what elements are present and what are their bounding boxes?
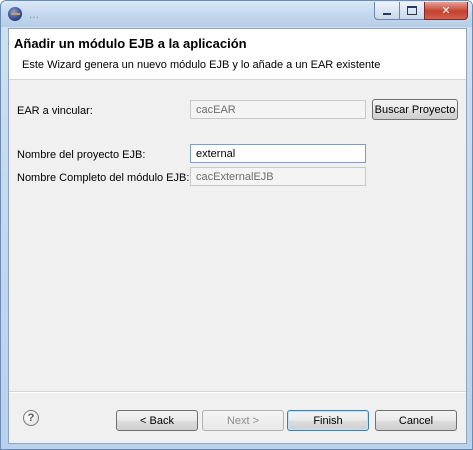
title-bar[interactable]: ... ✕ [1, 1, 472, 27]
minimize-icon [383, 12, 391, 15]
wizard-body: Añadir un módulo EJB a la aplicación Est… [8, 28, 467, 444]
eclipse-icon [8, 7, 22, 21]
browse-project-button[interactable]: Buscar Proyecto [372, 99, 458, 120]
back-button[interactable]: < Back [116, 410, 198, 431]
wizard-description: Este Wizard genera un nuevo módulo EJB y… [22, 59, 381, 71]
footer-separator [9, 391, 466, 393]
maximize-icon [407, 6, 417, 15]
close-icon: ✕ [441, 5, 451, 17]
ear-label: EAR a vincular: [17, 105, 93, 117]
wizard-title: Añadir un módulo EJB a la aplicación [14, 36, 247, 51]
cancel-button[interactable]: Cancel [375, 410, 457, 431]
help-icon[interactable]: ? [23, 410, 39, 426]
minimize-button[interactable] [374, 2, 400, 20]
module-name-label: Nombre Completo del módulo EJB: [17, 172, 190, 184]
module-name-field[interactable] [190, 167, 366, 186]
ear-field[interactable] [190, 100, 366, 119]
wizard-window: ... ✕ Añadir un módulo EJB a la aplicaci… [0, 0, 473, 450]
project-name-label: Nombre del proyecto EJB: [17, 149, 146, 161]
window-title: ... [29, 7, 40, 21]
close-button[interactable]: ✕ [424, 2, 468, 20]
next-button[interactable]: Next > [202, 410, 284, 431]
project-name-field[interactable] [190, 144, 366, 163]
wizard-header: Añadir un módulo EJB a la aplicación Est… [9, 29, 466, 80]
finish-button[interactable]: Finish [287, 410, 369, 431]
maximize-button[interactable] [399, 2, 425, 20]
